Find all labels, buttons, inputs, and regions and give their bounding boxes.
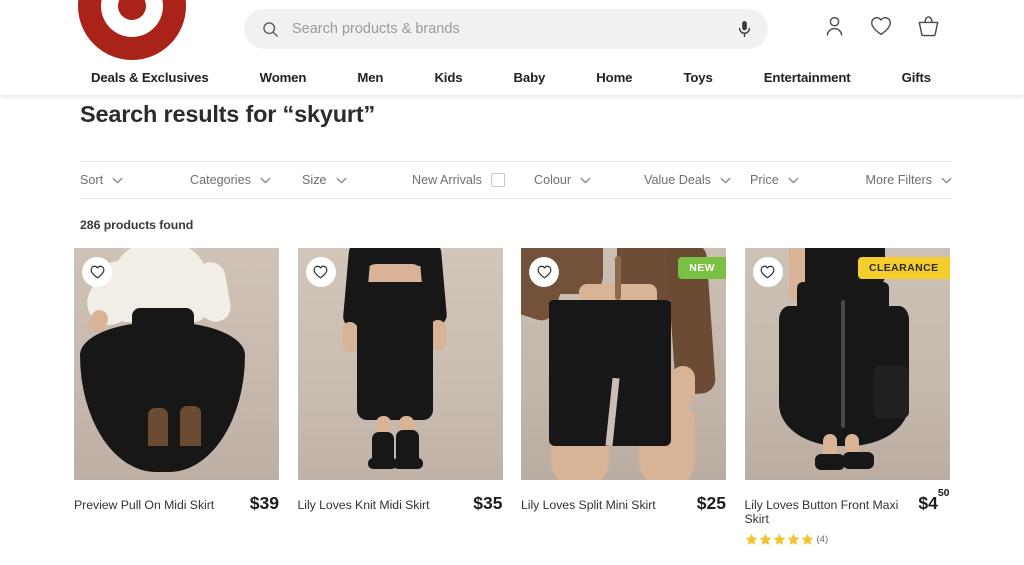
star-icon: [801, 533, 813, 545]
filter-categories-label: Categories: [190, 173, 251, 187]
product-price: $450: [918, 487, 949, 514]
product-image[interactable]: [74, 248, 279, 480]
product-image[interactable]: [297, 248, 503, 480]
filter-new-arrivals-label: New Arrivals: [412, 173, 482, 187]
product-badge-new: NEW: [678, 257, 726, 279]
header-actions: [824, 15, 940, 37]
heart-icon: [90, 265, 104, 279]
nav-item-home[interactable]: Home: [596, 70, 632, 85]
product-name: Preview Pull On Midi Skirt: [74, 498, 215, 512]
product-card[interactable]: CLEARANCE Lily Loves Button Front Maxi S…: [744, 248, 950, 546]
product-price-cents: 50: [937, 487, 950, 500]
nav-item-men[interactable]: Men: [357, 70, 383, 85]
filter-new-arrivals[interactable]: New Arrivals: [412, 162, 522, 198]
filter-more-filters[interactable]: More Filters: [866, 162, 952, 198]
wishlist-heart-icon[interactable]: [870, 16, 892, 36]
wishlist-button[interactable]: [529, 257, 559, 287]
wishlist-button[interactable]: [82, 257, 112, 287]
product-grid: Preview Pull On Midi Skirt $39 Lily Love…: [74, 248, 954, 546]
filter-value-deals-label: Value Deals: [644, 173, 711, 187]
chevron-down-icon: [335, 177, 347, 184]
page-title: Search results for “skyurt”: [80, 101, 375, 127]
filter-price-label: Price: [750, 173, 779, 187]
filter-sort[interactable]: Sort: [80, 162, 180, 198]
filter-colour-label: Colour: [534, 173, 572, 187]
filter-size-label: Size: [302, 173, 327, 187]
star-icon: [745, 533, 757, 545]
heart-icon: [760, 265, 775, 279]
product-card[interactable]: NEW Lily Loves Split Mini Skirt $25: [521, 248, 726, 546]
product-rating: (4): [745, 533, 950, 546]
product-price-main: $35: [473, 493, 503, 513]
heart-icon: [313, 265, 328, 279]
product-name: Lily Loves Split Mini Skirt: [521, 498, 656, 512]
filter-value-deals[interactable]: Value Deals: [644, 162, 740, 198]
product-footer: Lily Loves Button Front Maxi Skirt $450: [744, 487, 950, 526]
wishlist-button[interactable]: [305, 257, 336, 287]
search-input[interactable]: [279, 21, 737, 37]
search-icon: [262, 21, 279, 38]
basket-icon[interactable]: [917, 15, 940, 37]
microphone-icon[interactable]: [737, 20, 752, 38]
nav-item-deals[interactable]: Deals & Exclusives: [91, 70, 209, 85]
product-card[interactable]: Preview Pull On Midi Skirt $39: [74, 248, 279, 546]
rating-review-count: (4): [816, 534, 829, 545]
new-arrivals-checkbox[interactable]: [490, 173, 505, 187]
product-price-main: $4: [918, 493, 938, 513]
chevron-down-icon: [580, 177, 591, 184]
search-results-page: Deals & Exclusives Women Men Kids Baby H…: [0, 0, 1024, 565]
product-price: $39: [250, 493, 279, 514]
product-badge-clearance: CLEARANCE: [857, 257, 950, 279]
product-price-main: $25: [696, 493, 726, 513]
heart-icon: [537, 265, 551, 279]
product-image[interactable]: CLEARANCE: [744, 248, 950, 480]
chevron-down-icon: [788, 177, 799, 184]
product-footer: Lily Loves Knit Midi Skirt $35: [298, 493, 503, 514]
main-navigation: Deals & Exclusives Women Men Kids Baby H…: [0, 60, 1024, 95]
filter-categories[interactable]: Categories: [190, 162, 292, 198]
filter-colour[interactable]: Colour: [534, 162, 634, 198]
account-icon[interactable]: [824, 15, 845, 37]
product-name: Lily Loves Button Front Maxi Skirt: [744, 498, 899, 526]
wishlist-button[interactable]: [752, 257, 783, 287]
chevron-down-icon: [941, 177, 952, 184]
product-footer: Lily Loves Split Mini Skirt $25: [521, 493, 726, 514]
filter-price[interactable]: Price: [750, 162, 845, 198]
product-price-main: $39: [249, 493, 279, 513]
chevron-down-icon: [260, 177, 271, 184]
filter-size[interactable]: Size: [302, 162, 400, 198]
chevron-down-icon: [112, 177, 123, 184]
filter-bar: Sort Categories Size New Arrivals Colour…: [80, 161, 952, 199]
nav-item-women[interactable]: Women: [260, 70, 307, 85]
product-image[interactable]: NEW: [521, 248, 726, 480]
nav-item-entertainment[interactable]: Entertainment: [764, 70, 851, 85]
nav-item-gifts[interactable]: Gifts: [902, 70, 931, 85]
star-icon: [759, 533, 771, 545]
star-icon: [773, 533, 785, 545]
search-bar[interactable]: [244, 9, 768, 49]
nav-item-kids[interactable]: Kids: [434, 70, 462, 85]
product-footer: Preview Pull On Midi Skirt $39: [74, 493, 279, 514]
star-icon: [787, 533, 799, 545]
product-name: Lily Loves Knit Midi Skirt: [297, 498, 430, 512]
product-card[interactable]: Lily Loves Knit Midi Skirt $35: [297, 248, 503, 546]
results-count: 286 products found: [80, 218, 194, 232]
main-content: Search results for “skyurt” Sort Categor…: [0, 95, 1024, 565]
nav-item-baby[interactable]: Baby: [514, 70, 546, 85]
target-bullseye-logo[interactable]: [78, 0, 186, 60]
filter-sort-label: Sort: [80, 173, 104, 187]
chevron-down-icon: [720, 177, 731, 184]
site-header: Deals & Exclusives Women Men Kids Baby H…: [0, 0, 1024, 95]
product-price: $25: [697, 493, 726, 514]
nav-item-toys[interactable]: Toys: [683, 70, 712, 85]
filter-more-filters-label: More Filters: [865, 173, 932, 187]
product-price: $35: [473, 493, 502, 514]
